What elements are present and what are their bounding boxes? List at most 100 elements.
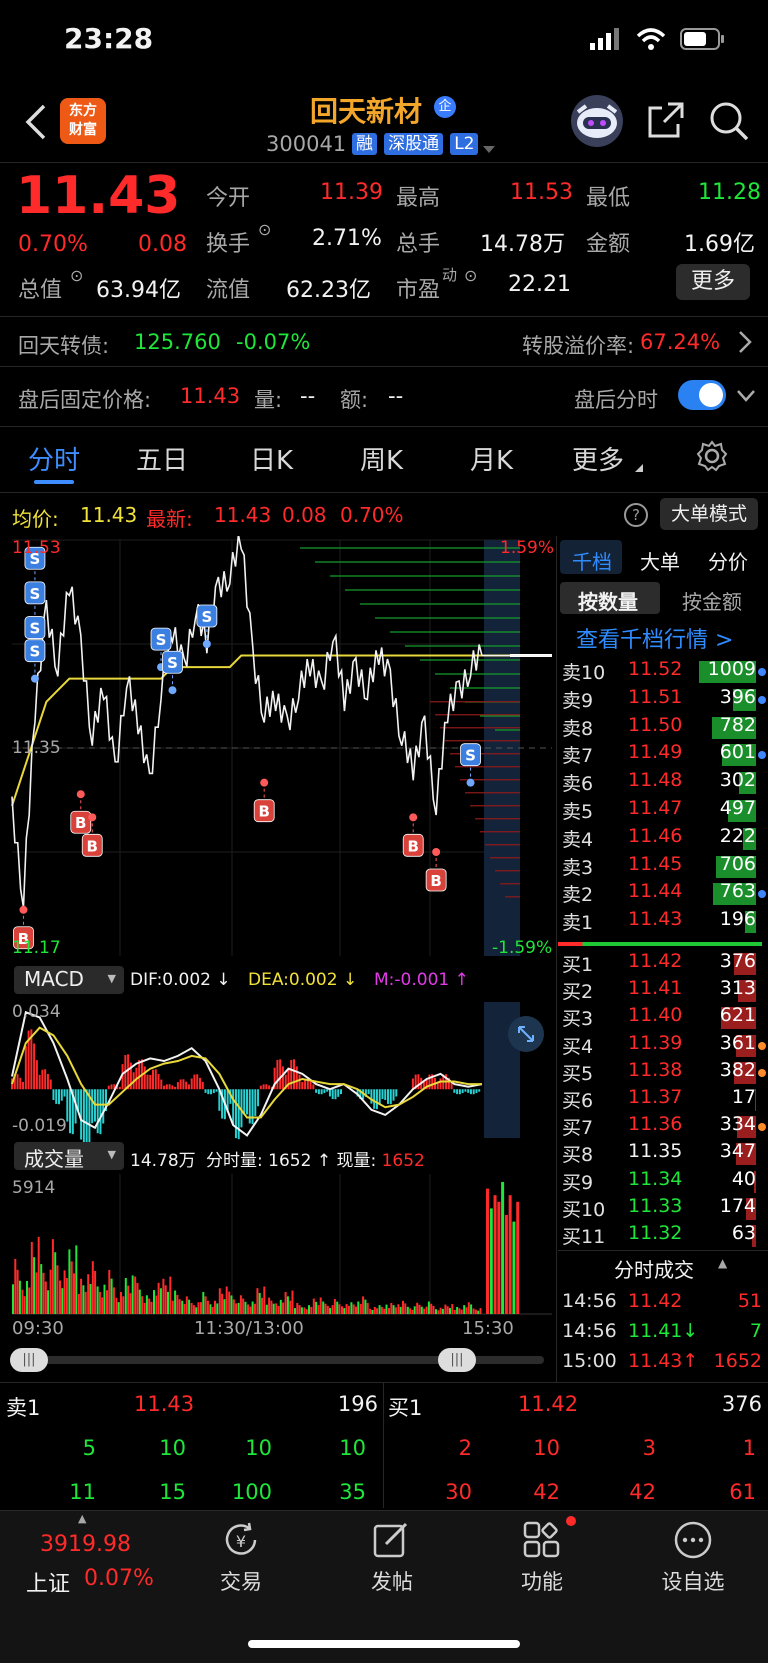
volume-bar bbox=[106, 1290, 108, 1314]
tick-volume: 7 bbox=[749, 1320, 762, 1342]
volume-bar bbox=[169, 1276, 172, 1314]
expand-icon[interactable] bbox=[508, 1016, 544, 1052]
status-time: 23:28 bbox=[64, 22, 154, 55]
ask-price: 11.47 bbox=[628, 797, 683, 819]
volume-bar bbox=[420, 1306, 423, 1314]
chevron-right-icon[interactable] bbox=[738, 330, 752, 358]
turnover-info-icon[interactable]: ⊙ bbox=[258, 220, 271, 239]
tab-five-day[interactable]: 五日 bbox=[136, 440, 188, 477]
nav-add-watchlist[interactable]: 设自选 bbox=[633, 1566, 753, 1596]
chevron-down-icon[interactable] bbox=[482, 140, 496, 159]
view-qiandang-link[interactable]: 查看千档行情 > bbox=[576, 622, 733, 654]
bid-row[interactable]: 买5 11.38 382 bbox=[558, 1059, 768, 1087]
pe-info-icon[interactable]: ⊙ bbox=[464, 266, 477, 285]
notification-dot bbox=[566, 1516, 576, 1526]
mcap-info-icon[interactable]: ⊙ bbox=[70, 266, 83, 285]
orderbook-tab-qiandang[interactable]: 千档 bbox=[572, 546, 612, 575]
orderbook-tab-big[interactable]: 大单 bbox=[640, 546, 680, 575]
back-icon[interactable] bbox=[22, 102, 48, 146]
share-icon[interactable] bbox=[646, 100, 686, 144]
bid-volume: 17 bbox=[731, 1086, 756, 1108]
bid-row[interactable]: 买9 11.34 40 bbox=[558, 1168, 768, 1196]
ask-row[interactable]: 卖5 11.47 497 bbox=[558, 797, 768, 825]
functions-icon[interactable] bbox=[522, 1520, 562, 1564]
volume-bar bbox=[270, 1300, 273, 1314]
nav-functions[interactable]: 功能 bbox=[482, 1566, 602, 1596]
bid-row[interactable]: 买7 11.36 334 bbox=[558, 1113, 768, 1141]
ask-row[interactable]: 卖9 11.51 396 bbox=[558, 686, 768, 714]
more-button[interactable]: 更多 bbox=[676, 264, 750, 300]
volume-bar bbox=[239, 1295, 242, 1314]
bid-row[interactable]: 买11 11.32 63 bbox=[558, 1222, 768, 1250]
tab-more[interactable]: 更多 bbox=[572, 440, 624, 477]
range-handle-left[interactable]: ||| bbox=[10, 1348, 48, 1372]
settings-gear-icon[interactable] bbox=[696, 440, 728, 476]
ask-row[interactable]: 卖1 11.43 196 bbox=[558, 908, 768, 936]
volume-bar bbox=[341, 1306, 343, 1314]
search-icon[interactable] bbox=[708, 100, 750, 146]
tab-day-k[interactable]: 日K bbox=[250, 440, 293, 477]
bb-buy-count: 3 bbox=[642, 1436, 656, 1460]
bid-row[interactable]: 买4 11.39 361 bbox=[558, 1032, 768, 1060]
after-hours-toggle[interactable] bbox=[678, 380, 726, 410]
bid-price: 11.32 bbox=[628, 1222, 683, 1244]
orderbook-tab-price[interactable]: 分价 bbox=[708, 546, 748, 575]
index-value[interactable]: 3919.98 bbox=[40, 1532, 131, 1557]
bid-row[interactable]: 买2 11.41 313 bbox=[558, 977, 768, 1005]
volume-fen: 分时量: 1652 ↑ 现量: 1652 bbox=[206, 1151, 425, 1171]
volume-bar bbox=[176, 1294, 179, 1314]
chevron-down-icon[interactable] bbox=[736, 388, 756, 407]
orderbook-subtab-amount[interactable]: 按金额 bbox=[682, 586, 742, 615]
ask-row[interactable]: 卖3 11.45 706 bbox=[558, 853, 768, 881]
macd-selector[interactable]: MACD ▼ bbox=[14, 966, 124, 994]
nav-trade[interactable]: 交易 bbox=[181, 1566, 301, 1596]
bond-name[interactable]: 回天转债: bbox=[18, 330, 109, 360]
ticks-title[interactable]: 分时成交 bbox=[614, 1254, 694, 1283]
post-icon[interactable] bbox=[372, 1520, 412, 1564]
bid-row[interactable]: 买1 11.42 376 bbox=[558, 950, 768, 978]
volume-bar bbox=[430, 1303, 433, 1314]
volume-bar bbox=[63, 1270, 66, 1314]
ask-row[interactable]: 卖8 11.50 782 bbox=[558, 714, 768, 742]
robot-avatar-icon[interactable] bbox=[570, 94, 624, 152]
ask-row[interactable]: 卖6 11.48 302 bbox=[558, 769, 768, 797]
volume-selector[interactable]: 成交量 ▼ bbox=[14, 1142, 124, 1171]
ask-volume: 706 bbox=[719, 852, 756, 875]
volume-bar bbox=[501, 1182, 505, 1314]
volume-chart bbox=[12, 1174, 552, 1315]
volume-bar bbox=[406, 1306, 409, 1314]
trade-icon[interactable]: ¥ bbox=[221, 1520, 261, 1564]
bid-row[interactable]: 买6 11.37 17 bbox=[558, 1086, 768, 1114]
bid-row[interactable]: 买10 11.33 174 bbox=[558, 1195, 768, 1223]
ask-row[interactable]: 卖10 11.52 1009 bbox=[558, 658, 768, 686]
amount-label: 金额 bbox=[586, 232, 631, 257]
range-handle-right[interactable]: ||| bbox=[438, 1348, 476, 1372]
tab-month-k[interactable]: 月K bbox=[470, 440, 513, 477]
volume-bar bbox=[87, 1274, 90, 1314]
add-watchlist-icon[interactable] bbox=[673, 1520, 713, 1564]
tab-intraday[interactable]: 分时 bbox=[28, 440, 80, 477]
nav-post[interactable]: 发帖 bbox=[332, 1566, 452, 1596]
after-amt-value: -- bbox=[388, 384, 404, 408]
help-icon[interactable]: ? bbox=[624, 503, 648, 527]
index-name[interactable]: 上证 bbox=[26, 1566, 70, 1598]
volume-bar bbox=[324, 1303, 327, 1314]
buy-marker-label: B bbox=[430, 872, 441, 890]
volume-bar bbox=[383, 1308, 386, 1314]
tab-week-k[interactable]: 周K bbox=[360, 440, 403, 477]
volume-bar bbox=[449, 1308, 451, 1314]
bid-row[interactable]: 买8 11.35 347 bbox=[558, 1140, 768, 1168]
x-label-close: 15:30 bbox=[462, 1318, 514, 1339]
ask-row[interactable]: 卖2 11.44 763 bbox=[558, 880, 768, 908]
intraday-chart[interactable]: BBBBBBSSSSSSSS bbox=[0, 536, 556, 964]
volume-bar bbox=[456, 1306, 459, 1314]
volume-bar bbox=[75, 1245, 78, 1314]
index-up-caret-icon: ▲ bbox=[78, 1512, 87, 1525]
volume-bar bbox=[463, 1305, 466, 1314]
bid-row[interactable]: 买3 11.40 621 bbox=[558, 1004, 768, 1032]
ask-row[interactable]: 卖7 11.49 601 bbox=[558, 741, 768, 769]
volume-bar bbox=[61, 1288, 64, 1314]
bid-level: 买9 bbox=[562, 1171, 594, 1194]
ask-row[interactable]: 卖4 11.46 222 bbox=[558, 825, 768, 853]
big-order-mode-button[interactable]: 大单模式 bbox=[660, 498, 758, 530]
